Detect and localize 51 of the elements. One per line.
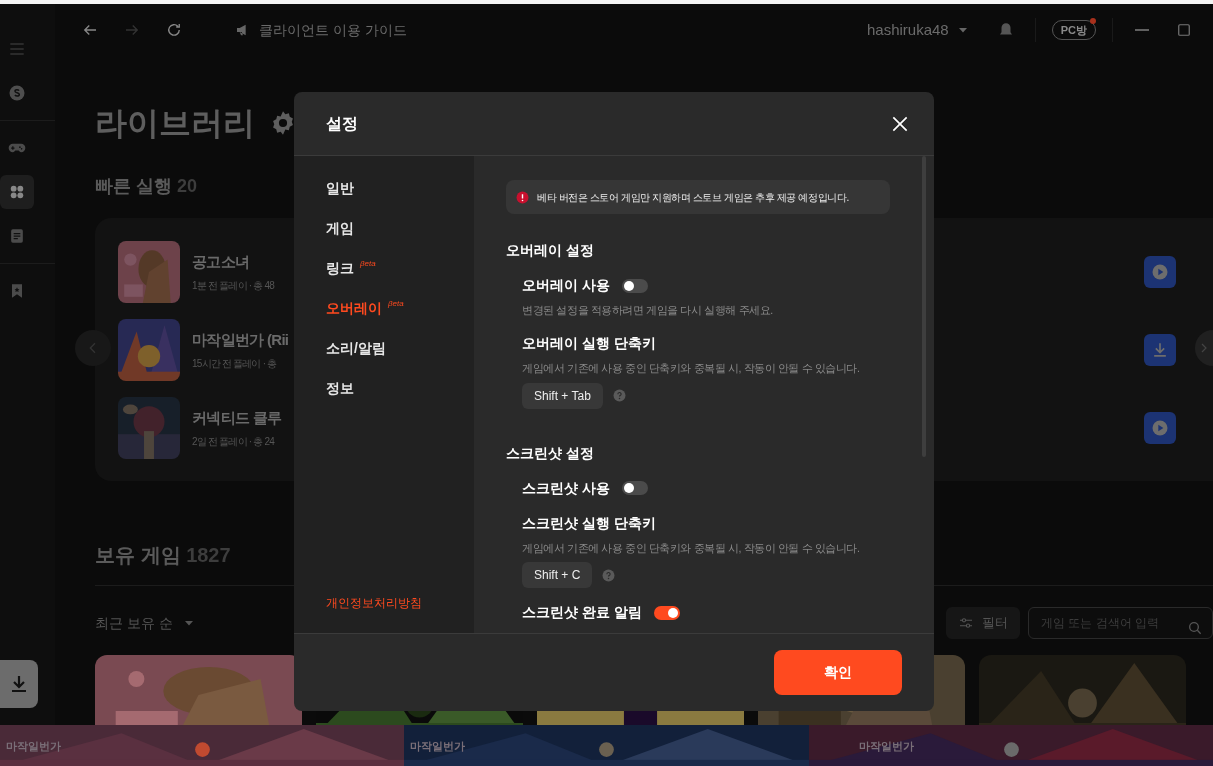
notice-banner: 베타 버전은 스토어 게임만 지원하며 스토브 게임은 추후 제공 예정입니다. (506, 180, 890, 214)
shortcut-key-button[interactable]: Shift + Tab (522, 382, 603, 409)
nav-tab[interactable]: 일반 (326, 168, 354, 208)
maximize-icon (1175, 21, 1193, 39)
game-title[interactable]: 마작일번가 (Rii (192, 329, 289, 352)
refresh-icon (165, 21, 183, 39)
download-button[interactable] (0, 660, 38, 708)
setting-label: 오버레이 사용 (522, 276, 610, 295)
minimize-icon (1135, 29, 1149, 31)
dialog-title: 설정 (326, 113, 358, 134)
setting-label: 스크린샷 완료 알림 (522, 603, 642, 623)
guide-link[interactable]: 클라이언트 이용 가이드 (235, 19, 407, 41)
user-menu[interactable]: hashiruka48 (867, 18, 969, 42)
game-title[interactable]: 공고소녀 (192, 251, 274, 274)
banner-title[interactable]: 마작일번가 (6, 738, 61, 755)
page-title: 라이브러리 (95, 104, 255, 143)
section-title: 스크린샷 설정 (506, 443, 595, 463)
hint-text: 게임에서 기존에 사용 중인 단축키와 중복될 시, 작동이 안될 수 있습니다. (522, 540, 860, 556)
hint-text: 변경된 설정을 적용하려면 게임을 다시 실행해 주세요. (522, 303, 773, 318)
toggle-switch[interactable] (653, 605, 680, 620)
setting-label: 스크린샷 실행 단축키 (522, 513, 657, 533)
play-icon (1150, 262, 1170, 282)
download-button[interactable] (1144, 334, 1176, 366)
filter-button[interactable]: 필터 (946, 607, 1020, 639)
nav-tab[interactable]: 소리/알림 (326, 328, 386, 368)
nav-tab[interactable]: 링크 βeta (326, 248, 376, 288)
sort-dropdown[interactable]: 최근 보유 순 (95, 612, 195, 634)
privacy-policy-link[interactable]: 개인정보처리방침 (326, 594, 422, 612)
sidebar-item[interactable] (0, 175, 34, 209)
banner-title[interactable]: 마작일번가 (410, 738, 466, 755)
help-icon[interactable] (612, 389, 626, 402)
nav-tab[interactable]: 정보 (326, 368, 354, 408)
sliders-icon (958, 615, 974, 631)
search-icon (1187, 619, 1203, 636)
shortcut-key-button[interactable]: Shift + C (522, 562, 593, 589)
section-title: 오버레이 설정 (506, 241, 595, 260)
hint-text: 게임에서 기존에 사용 중인 단축키와 중복될 시, 작동이 안될 수 있습니다. (522, 360, 860, 376)
toggle-switch[interactable] (621, 278, 648, 293)
alert-icon (516, 190, 529, 204)
nav-tab[interactable]: 게임 (326, 208, 354, 248)
banner-title[interactable]: 마작일번가 (858, 738, 914, 755)
play-icon (1150, 418, 1170, 438)
setting-label: 오버레이 실행 단축키 (522, 333, 657, 353)
setting-label: 스크린샷 사용 (522, 478, 610, 498)
game-title[interactable]: 커넥티드 클루 (192, 407, 282, 430)
help-icon[interactable] (602, 568, 616, 582)
coin-icon (7, 83, 27, 103)
play-button[interactable] (1144, 412, 1176, 444)
play-button[interactable] (1144, 256, 1176, 288)
nav-tab[interactable]: 오버레이 βeta (326, 288, 404, 328)
toggle-switch[interactable] (621, 481, 648, 495)
